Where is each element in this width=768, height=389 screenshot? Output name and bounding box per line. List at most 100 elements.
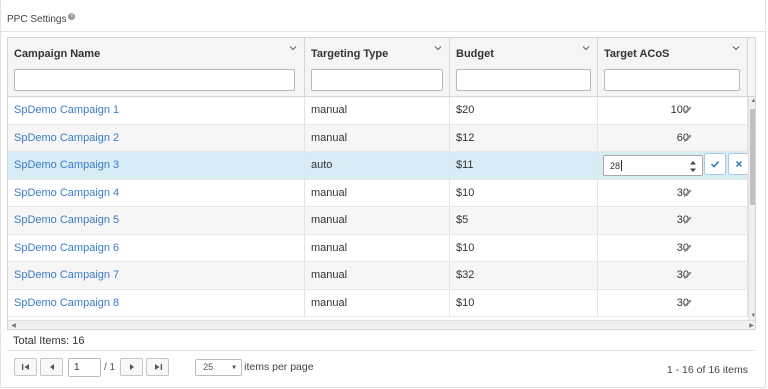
first-page-icon xyxy=(21,364,29,370)
next-page-icon xyxy=(129,364,134,370)
dropdown-arrow-icon: ▼ xyxy=(231,364,238,371)
save-button[interactable] xyxy=(704,153,726,175)
filter-input-target-acos[interactable] xyxy=(604,69,740,91)
budget-cell: $10 xyxy=(450,234,598,261)
title-divider xyxy=(1,31,767,32)
pencil-icon[interactable] xyxy=(683,133,693,143)
scroll-left-arrow-icon[interactable]: ◀ xyxy=(9,322,18,329)
campaign-name-link[interactable]: SpDemo Campaign 3 xyxy=(8,152,305,179)
table-row[interactable]: SpDemo Campaign 4 manual $10 30 xyxy=(8,179,748,207)
next-page-button[interactable] xyxy=(120,358,144,376)
budget-cell: $5 xyxy=(450,207,598,234)
targeting-type-cell: manual xyxy=(305,262,450,289)
column-title[interactable]: Target ACoS xyxy=(604,48,669,60)
pencil-icon[interactable] xyxy=(683,298,693,308)
filter-input-budget[interactable] xyxy=(456,69,591,91)
vertical-scrollbar-thumb[interactable] xyxy=(750,109,755,205)
campaign-name-link[interactable]: SpDemo Campaign 5 xyxy=(8,207,305,234)
budget-cell: $10 xyxy=(450,289,598,316)
target-acos-cell: 100 xyxy=(598,97,748,124)
target-acos-cell: 30 xyxy=(598,289,748,316)
targeting-type-cell: manual xyxy=(305,234,450,261)
previous-page-icon xyxy=(49,364,54,370)
pencil-icon[interactable] xyxy=(683,215,693,225)
table-row-editing[interactable]: SpDemo Campaign 3 auto $11 28 xyxy=(8,152,748,180)
text-cursor xyxy=(621,160,623,171)
campaign-name-link[interactable]: SpDemo Campaign 4 xyxy=(8,179,305,206)
table-row[interactable]: SpDemo Campaign 7 manual $32 30 xyxy=(8,262,748,290)
column-title[interactable]: Targeting Type xyxy=(311,48,388,60)
scroll-up-arrow-icon[interactable]: ▲ xyxy=(749,98,755,104)
last-page-icon xyxy=(154,364,162,370)
chevron-down-icon[interactable] xyxy=(732,44,740,52)
target-acos-cell: 60 xyxy=(598,124,748,151)
pencil-icon[interactable] xyxy=(683,188,693,198)
last-page-button[interactable] xyxy=(146,358,170,376)
targeting-type-cell: manual xyxy=(305,124,450,151)
column-header-campaign-name[interactable]: Campaign Name xyxy=(8,38,305,97)
budget-cell: $20 xyxy=(450,97,598,124)
targeting-type-cell: manual xyxy=(305,207,450,234)
panel-title: PPC Settings i xyxy=(7,13,76,25)
previous-page-button[interactable] xyxy=(40,358,63,376)
pencil-icon[interactable] xyxy=(683,243,693,253)
campaign-name-link[interactable]: SpDemo Campaign 8 xyxy=(8,289,305,316)
items-range: 1 - 16 of 16 items xyxy=(666,364,748,376)
grid-body: SpDemo Campaign 1 manual $20 100 SpDemo … xyxy=(8,97,748,320)
editor-value[interactable]: 28 xyxy=(610,161,620,171)
pencil-icon[interactable] xyxy=(683,105,693,115)
total-items: Total Items: 16 xyxy=(13,335,85,347)
info-icon[interactable]: i xyxy=(68,13,76,20)
chevron-down-icon[interactable] xyxy=(289,44,297,52)
panel-title-text: PPC Settings xyxy=(7,14,67,25)
page-size-select[interactable]: 25 ▼ xyxy=(195,358,243,376)
targeting-type-cell: manual xyxy=(305,289,450,316)
spinner-icon[interactable] xyxy=(688,158,698,175)
target-acos-cell: 30 xyxy=(598,262,748,289)
grid-header: Campaign Name Targeting Type Budget Targ… xyxy=(8,38,755,97)
page-number-input[interactable]: 1 xyxy=(68,357,101,377)
campaign-name-link[interactable]: SpDemo Campaign 2 xyxy=(8,124,305,151)
chevron-down-icon[interactable] xyxy=(582,44,590,52)
cancel-button[interactable] xyxy=(728,153,748,175)
pager: 1 / 1 25 ▼ items per page xyxy=(14,357,314,377)
column-title[interactable]: Campaign Name xyxy=(14,48,100,60)
page-size-value: 25 xyxy=(203,362,214,372)
budget-cell: $10 xyxy=(450,179,598,206)
column-title[interactable]: Budget xyxy=(456,48,494,60)
target-acos-cell: 30 xyxy=(598,207,748,234)
campaign-name-link[interactable]: SpDemo Campaign 7 xyxy=(8,262,305,289)
vertical-scrollbar[interactable]: ▲ ▼ xyxy=(748,97,755,320)
first-page-button[interactable] xyxy=(14,358,37,376)
target-acos-cell: 30 xyxy=(598,179,748,206)
target-acos-editor-input[interactable]: 28 xyxy=(603,155,703,176)
table-row[interactable]: SpDemo Campaign 1 manual $20 100 xyxy=(8,97,748,125)
footer-divider xyxy=(7,350,756,351)
pencil-icon[interactable] xyxy=(683,270,693,280)
page-count: / 1 xyxy=(104,361,116,373)
column-header-budget[interactable]: Budget xyxy=(450,38,598,97)
table-row[interactable]: SpDemo Campaign 6 manual $10 30 xyxy=(8,234,748,262)
budget-cell: $32 xyxy=(450,262,598,289)
targeting-type-cell: manual xyxy=(305,179,450,206)
table-row[interactable]: SpDemo Campaign 5 manual $5 30 xyxy=(8,207,748,235)
filter-input-campaign-name[interactable] xyxy=(14,69,295,91)
ppc-settings-panel: PPC Settings i Campaign Name Targeting T… xyxy=(0,0,767,388)
chevron-down-icon[interactable] xyxy=(434,44,442,52)
table-row[interactable]: SpDemo Campaign 8 manual $10 30 xyxy=(8,289,748,317)
campaign-grid: Campaign Name Targeting Type Budget Targ… xyxy=(7,37,756,330)
targeting-type-cell: auto xyxy=(305,152,450,179)
target-acos-cell: 30 xyxy=(598,234,748,261)
budget-cell: $11 xyxy=(450,152,598,179)
campaign-name-link[interactable]: SpDemo Campaign 1 xyxy=(8,97,305,124)
table-row[interactable]: SpDemo Campaign 2 manual $12 60 xyxy=(8,124,748,152)
filter-input-targeting-type[interactable] xyxy=(311,69,443,91)
column-header-targeting-type[interactable]: Targeting Type xyxy=(305,38,450,97)
budget-cell: $12 xyxy=(450,124,598,151)
horizontal-scrollbar[interactable]: ◀ ▶ xyxy=(8,320,755,329)
campaign-name-link[interactable]: SpDemo Campaign 6 xyxy=(8,234,305,261)
column-header-target-acos[interactable]: Target ACoS xyxy=(598,38,748,97)
scroll-right-arrow-icon[interactable]: ▶ xyxy=(747,322,755,329)
scroll-down-arrow-icon[interactable]: ▼ xyxy=(749,313,755,319)
check-icon xyxy=(710,161,720,168)
